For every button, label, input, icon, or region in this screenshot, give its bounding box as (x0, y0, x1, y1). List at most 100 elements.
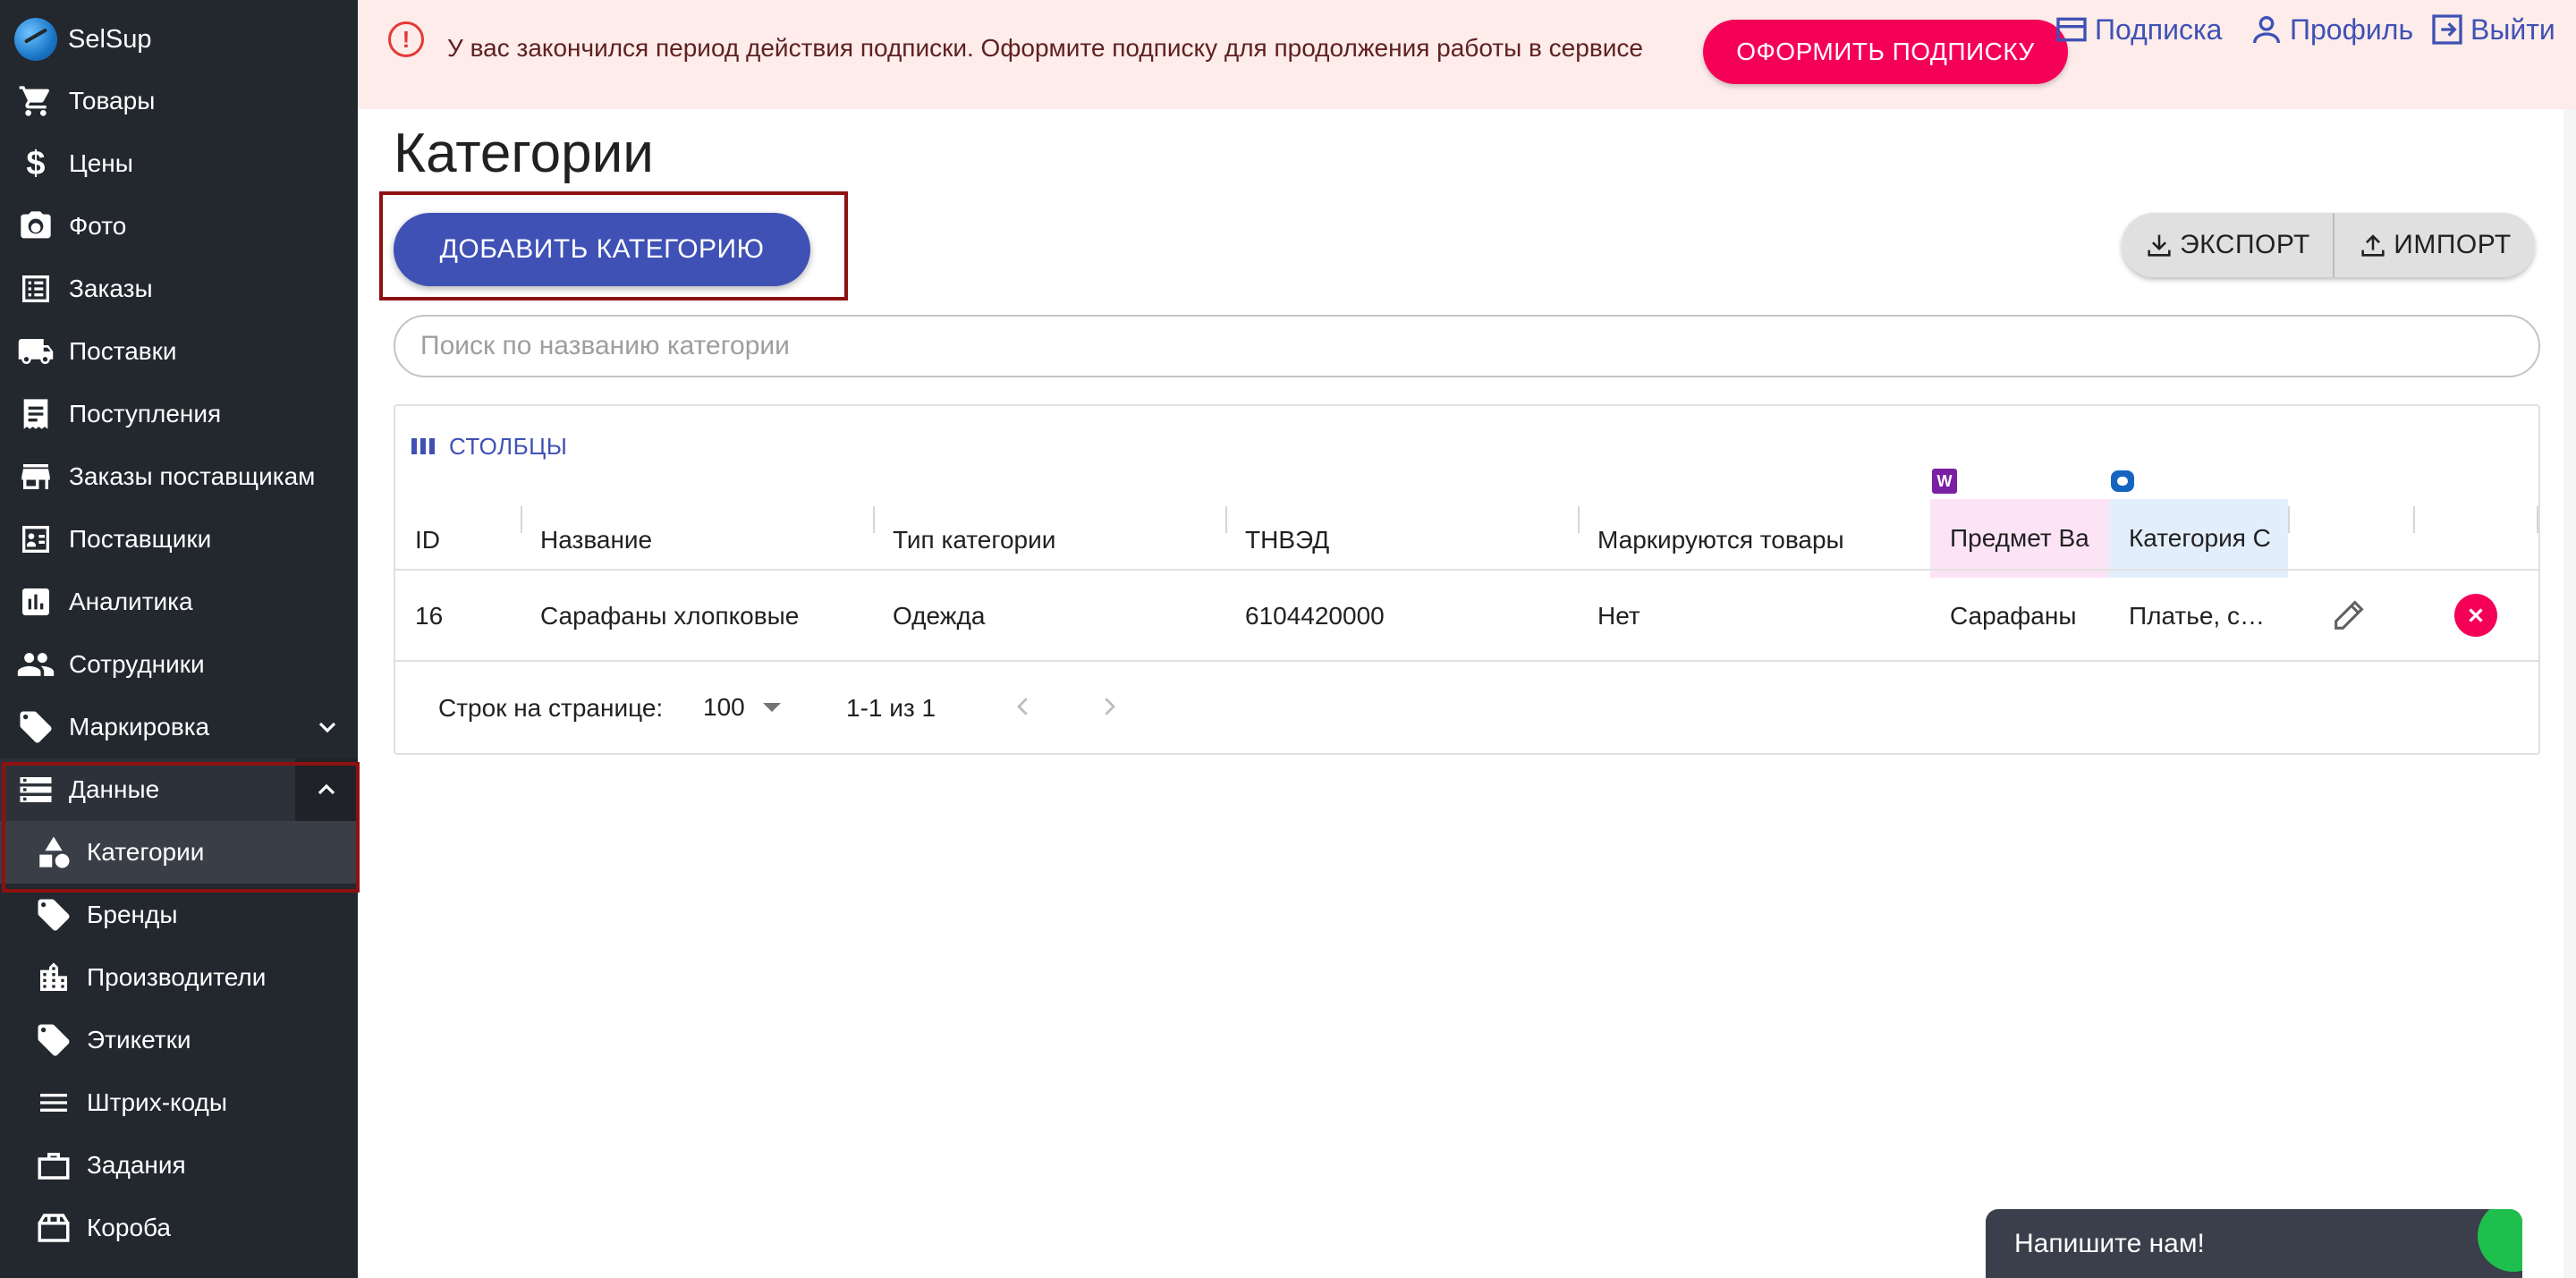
column-header-ozon-category[interactable]: Категория С (2109, 499, 2288, 578)
rows-per-page-label: Строк на странице: (438, 694, 664, 722)
label-icon (34, 1020, 73, 1060)
page-title: Категории (394, 123, 654, 184)
box-icon (34, 1208, 73, 1248)
chevron-up-icon[interactable] (295, 758, 358, 821)
row-divider (395, 660, 2538, 662)
camera-icon (16, 207, 55, 246)
sidebar-item-suppliers[interactable]: Поставщики (0, 508, 358, 571)
rows-per-page-value: 100 (703, 693, 745, 721)
cell-tnved: 6104420000 (1245, 602, 1385, 630)
sidebar-item-label: Маркировка (69, 713, 210, 741)
column-header-wb-subject[interactable]: Предмет Ва (1930, 499, 2109, 578)
column-header-name[interactable]: Название (521, 501, 873, 580)
sidebar-item-label: Этикетки (87, 1026, 191, 1054)
sidebar-item-employees[interactable]: Сотрудники (0, 633, 358, 696)
chevron-down-icon[interactable] (309, 709, 345, 745)
profile-link[interactable]: Профиль (2249, 11, 2413, 48)
tags-icon (34, 895, 73, 935)
sidebar-item-data[interactable]: Данные (0, 758, 358, 821)
pagination-range: 1-1 из 1 (846, 694, 936, 722)
category-search-input[interactable] (394, 315, 2540, 377)
sidebar-item-label: Производители (87, 963, 267, 991)
column-header-marked[interactable]: Маркируются товары (1578, 501, 1930, 580)
import-button[interactable]: ИМПОРТ (2334, 213, 2535, 277)
column-header-id[interactable]: ID (395, 501, 521, 580)
sidebar-item-label: Фото (69, 212, 127, 240)
edit-pencil-icon[interactable] (2327, 592, 2372, 637)
truck-icon (16, 332, 55, 371)
columns-label: СТОЛБЦЫ (449, 432, 568, 460)
sidebar-item-manufacturers[interactable]: Производители (0, 946, 358, 1009)
column-header-tnved[interactable]: ТНВЭД (1225, 501, 1578, 580)
scrollbar-track[interactable] (2563, 109, 2576, 1278)
contact-card-icon (16, 520, 55, 559)
previous-page-icon[interactable] (1004, 687, 1043, 726)
column-separator[interactable] (2413, 506, 2415, 533)
subscribe-button[interactable]: ОФОРМИТЬ ПОДПИСКУ (1703, 20, 2068, 84)
sidebar-item-label: Короба (87, 1214, 171, 1241)
column-separator[interactable] (2288, 506, 2290, 533)
sidebar-item-prices[interactable]: $ Цены (0, 132, 358, 195)
chat-widget[interactable]: Напишите нам! (1986, 1209, 2522, 1278)
sidebar-item-analytics[interactable]: Аналитика (0, 571, 358, 633)
add-category-button[interactable]: ДОБАВИТЬ КАТЕГОРИЮ (394, 213, 810, 286)
sidebar-item-boxes[interactable]: Короба (0, 1197, 358, 1259)
columns-icon (411, 438, 435, 454)
logout-link[interactable]: Выйти (2429, 11, 2555, 48)
store-icon (16, 457, 55, 496)
sidebar-item-label: Сотрудники (69, 650, 205, 678)
column-separator[interactable] (2537, 506, 2538, 533)
sidebar-item-photo[interactable]: Фото (0, 195, 358, 258)
sidebar-item-marking[interactable]: Маркировка (0, 696, 358, 758)
import-label: ИМПОРТ (2394, 230, 2512, 259)
export-import-group: ЭКСПОРТ ИМПОРТ (2122, 213, 2535, 277)
dollar-icon: $ (26, 144, 46, 182)
sidebar-item-brands[interactable]: Бренды (0, 884, 358, 946)
cell-id: 16 (415, 602, 444, 630)
sidebar-item-products[interactable]: Товары (0, 70, 358, 132)
sidebar-item-barcodes[interactable]: Штрих-коды (0, 1071, 358, 1134)
export-button[interactable]: ЭКСПОРТ (2122, 213, 2334, 277)
cell-ozon-category: Платье, с… (2129, 602, 2265, 630)
dropdown-caret-icon (762, 703, 781, 712)
sidebar-item-label: Заказы (69, 275, 153, 302)
sidebar-item-label: Поставщики (69, 525, 212, 553)
brand-logo[interactable]: SelSup (14, 14, 152, 64)
category-shapes-icon (34, 833, 73, 872)
sidebar-item-tasks[interactable]: Задания (0, 1134, 358, 1197)
column-header-type[interactable]: Тип категории (873, 501, 1225, 580)
logout-icon (2432, 14, 2462, 45)
sidebar: SelSup Товары $ Цены Фото Заказы Поставк… (0, 0, 358, 1278)
sidebar-item-label: Цены (69, 149, 133, 177)
sidebar-item-categories[interactable]: Категории (0, 821, 358, 884)
sidebar-item-label: Поставки (69, 337, 177, 365)
subscription-banner: ! У вас закончился период действия подпи… (358, 0, 2576, 109)
sidebar-item-orders[interactable]: Заказы (0, 258, 358, 320)
cell-wb-subject: Сарафаны (1950, 602, 2077, 630)
sidebar-item-shipments[interactable]: Поставки (0, 320, 358, 383)
sidebar-item-label: Поступления (69, 400, 222, 427)
export-label: ЭКСПОРТ (2180, 230, 2310, 259)
sidebar-item-supplier-orders[interactable]: Заказы поставщикам (0, 445, 358, 508)
selsup-logo-icon (14, 18, 57, 61)
building-icon (34, 958, 73, 997)
next-page-icon[interactable] (1089, 687, 1129, 726)
banner-message: У вас закончился период действия подписк… (447, 34, 1643, 62)
barcode-lines-icon (34, 1083, 73, 1122)
tags-icon (16, 707, 55, 747)
sidebar-item-label: Данные (69, 775, 160, 803)
credit-card-icon (2056, 17, 2087, 42)
download-icon (2148, 234, 2171, 257)
subscription-link[interactable]: Подписка (2054, 11, 2222, 48)
sidebar-item-label: Аналитика (69, 588, 193, 615)
sidebar-item-receipts[interactable]: Поступления (0, 383, 358, 445)
logout-link-label: Выйти (2470, 13, 2555, 46)
sidebar-item-labels[interactable]: Этикетки (0, 1009, 358, 1071)
cart-icon (16, 81, 55, 121)
cell-name: Сарафаны хлопковые (540, 602, 800, 630)
chart-icon (16, 582, 55, 622)
rows-per-page-select[interactable]: 100 (703, 687, 781, 728)
columns-button[interactable]: СТОЛБЦЫ (410, 424, 567, 469)
delete-icon[interactable] (2454, 594, 2497, 637)
sidebar-item-label: Заказы поставщикам (69, 462, 316, 490)
